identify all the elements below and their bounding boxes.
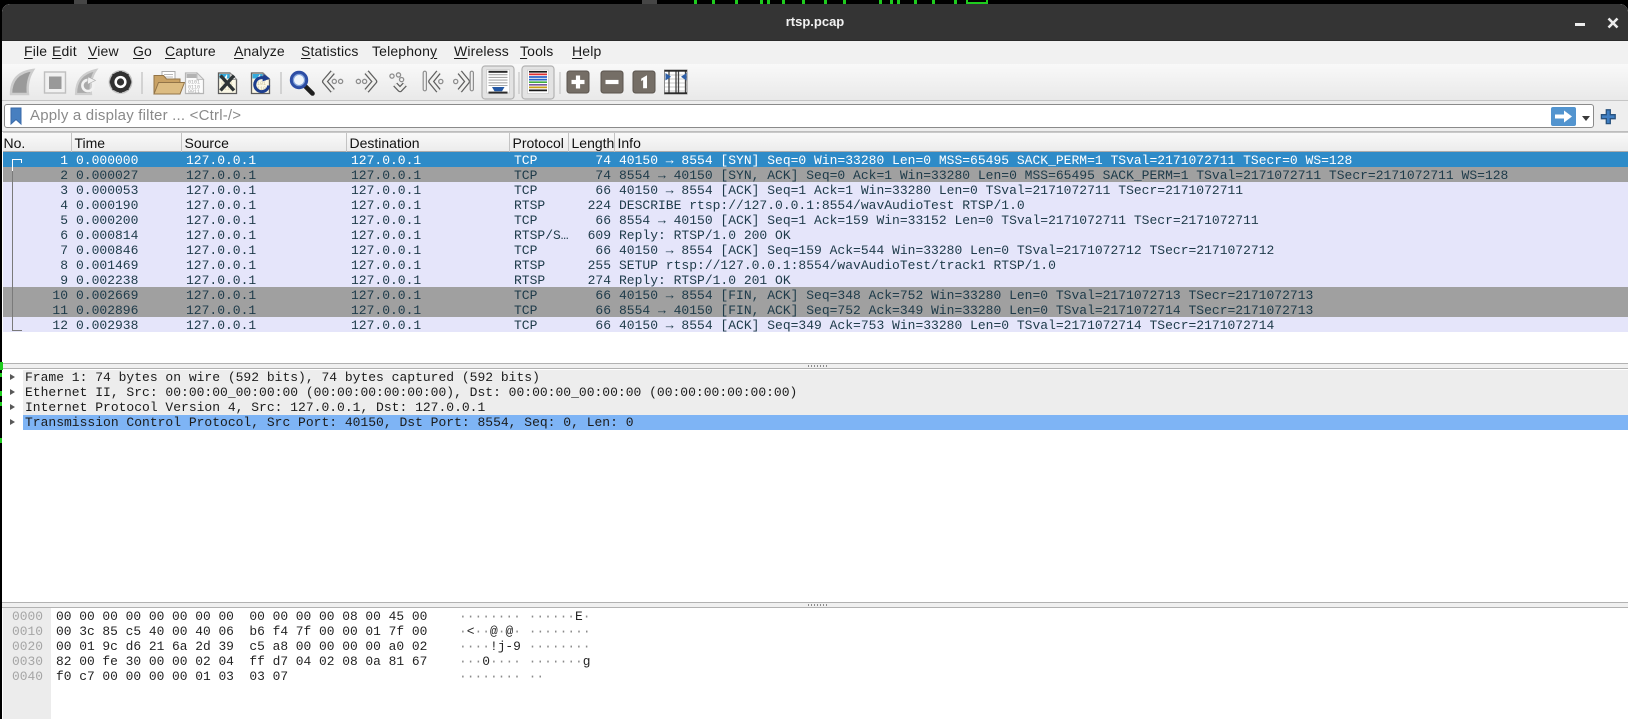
svg-text:0011: 0011 (188, 89, 200, 95)
